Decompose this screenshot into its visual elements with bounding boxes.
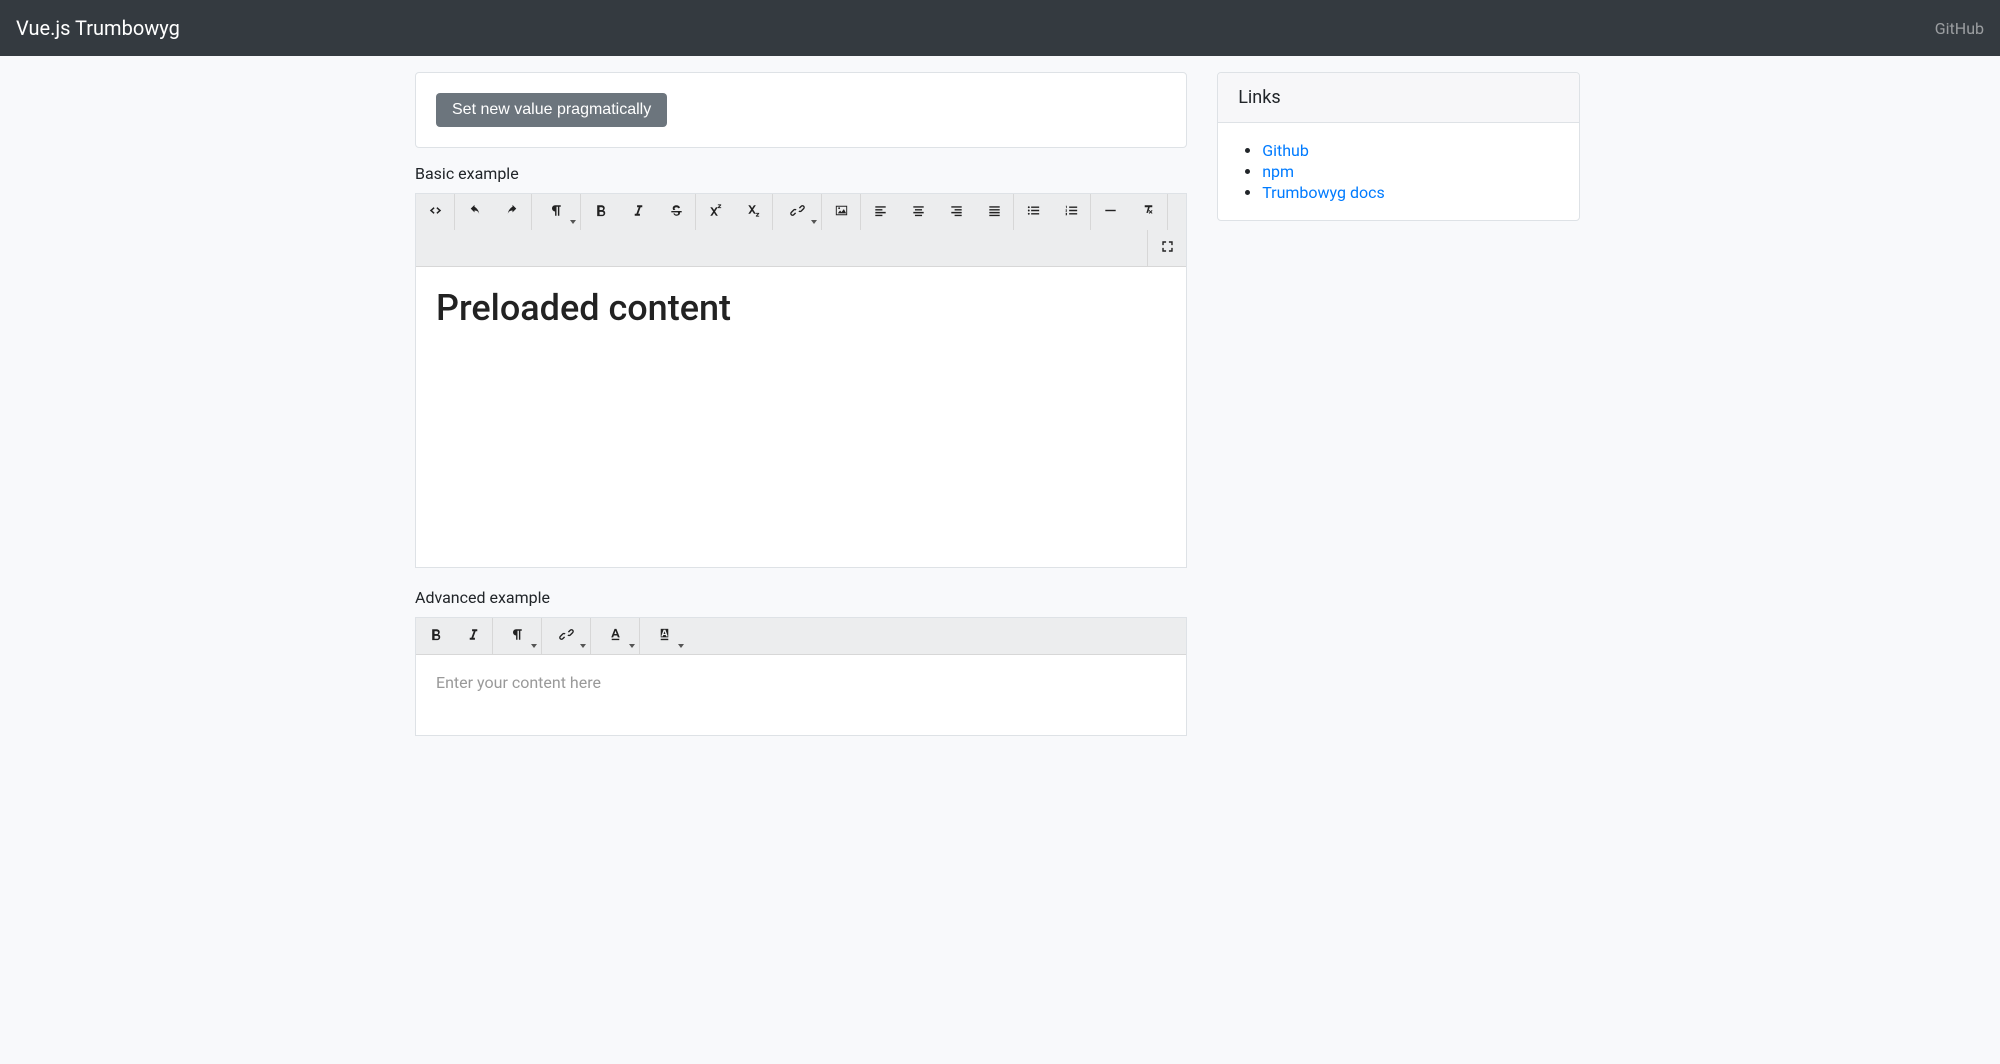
fullscreen-button[interactable] [1148,230,1186,266]
strikethrough-icon [668,202,685,223]
basic-editor: Preloaded content [415,193,1187,568]
basic-example-title: Basic example [415,164,1187,183]
backcolor-dropdown[interactable] [640,618,688,654]
align-center-icon [910,202,927,223]
remove-format-button[interactable] [1129,194,1167,230]
remove-format-icon [1140,202,1157,223]
editor-heading: Preloaded content [436,287,1166,329]
link-npm[interactable]: npm [1262,162,1294,181]
bold-icon [427,626,444,647]
forecolor-icon [607,626,624,647]
align-right-icon [948,202,965,223]
formatting-dropdown[interactable] [532,194,580,230]
justify-right-button[interactable] [937,194,975,230]
link-github[interactable]: Github [1262,141,1309,160]
superscript-button[interactable] [696,194,734,230]
action-card: Set new value pragmatically [415,72,1187,148]
fullscreen-icon [1159,238,1176,259]
image-icon [833,202,850,223]
ordered-list-button[interactable] [1052,194,1090,230]
adv-link-dropdown[interactable] [542,618,590,654]
link-icon [558,626,575,647]
link-icon [789,202,806,223]
links-card: Links Github npm Trumbowyg docs [1217,72,1580,221]
undo-button[interactable] [455,194,493,230]
forecolor-dropdown[interactable] [591,618,639,654]
strikethrough-button[interactable] [657,194,695,230]
navbar: Vue.js Trumbowyg GitHub [0,0,2000,56]
unordered-list-icon [1025,202,1042,223]
advanced-editor-content[interactable]: Enter your content here [416,655,1186,735]
advanced-toolbar [416,618,1186,655]
align-justify-icon [986,202,1003,223]
undo-icon [466,202,483,223]
basic-editor-content[interactable]: Preloaded content [416,267,1186,567]
adv-formatting-dropdown[interactable] [493,618,541,654]
horizontal-rule-button[interactable] [1091,194,1129,230]
link-dropdown[interactable] [773,194,821,230]
redo-button[interactable] [493,194,531,230]
code-icon [427,202,444,223]
links-header: Links [1218,73,1579,123]
backcolor-icon [656,626,673,647]
editor-placeholder: Enter your content here [436,673,601,692]
ordered-list-icon [1063,202,1080,223]
adv-italic-button[interactable] [454,618,492,654]
subscript-icon [745,202,762,223]
insert-image-button[interactable] [822,194,860,230]
advanced-example-title: Advanced example [415,588,1187,607]
horizontal-rule-icon [1102,202,1119,223]
pilcrow-icon [548,202,565,223]
bold-icon [592,202,609,223]
advanced-editor: Enter your content here [415,617,1187,736]
italic-button[interactable] [619,194,657,230]
view-html-button[interactable] [416,194,454,230]
bold-button[interactable] [581,194,619,230]
pilcrow-icon [509,626,526,647]
adv-bold-button[interactable] [416,618,454,654]
basic-toolbar [416,194,1186,267]
redo-icon [504,202,521,223]
align-left-icon [872,202,889,223]
links-list: Github npm Trumbowyg docs [1238,141,1559,202]
superscript-icon [707,202,724,223]
justify-left-button[interactable] [861,194,899,230]
navbar-brand: Vue.js Trumbowyg [16,16,180,40]
justify-full-button[interactable] [975,194,1013,230]
justify-center-button[interactable] [899,194,937,230]
italic-icon [630,202,647,223]
unordered-list-button[interactable] [1014,194,1052,230]
set-value-button[interactable]: Set new value pragmatically [436,93,667,127]
subscript-button[interactable] [734,194,772,230]
link-trumbowyg-docs[interactable]: Trumbowyg docs [1262,183,1385,202]
github-link[interactable]: GitHub [1935,19,1984,38]
italic-icon [465,626,482,647]
